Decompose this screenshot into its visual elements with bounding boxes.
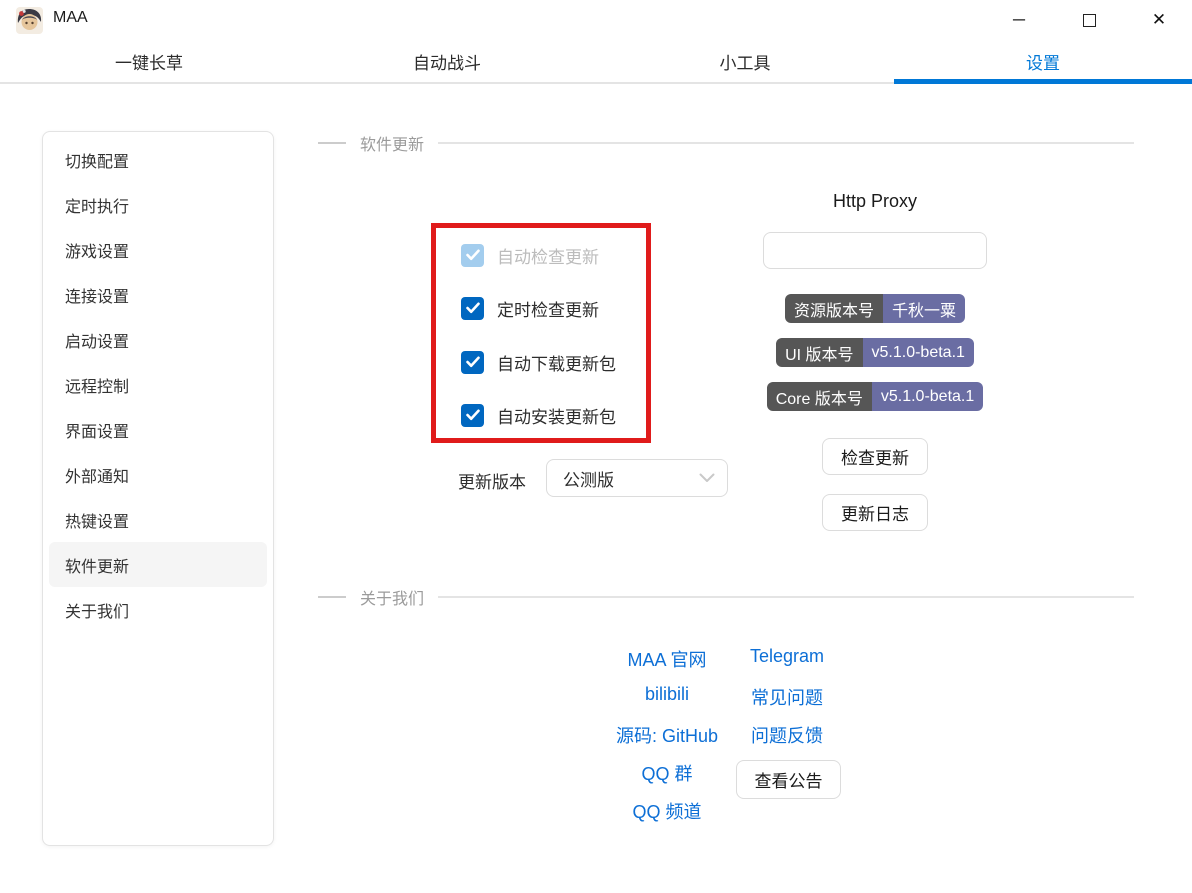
sidebar-item-switch-config[interactable]: 切换配置: [49, 137, 267, 182]
checkbox-label: 自动安装更新包: [497, 407, 616, 427]
tab-tools[interactable]: 小工具: [596, 40, 894, 82]
sidebar-item-software-update[interactable]: 软件更新: [49, 542, 267, 587]
sidebar-item-connection[interactable]: 连接设置: [49, 272, 267, 317]
check-icon: [465, 302, 480, 314]
checkbox-row-auto-install: 自动安装更新包: [461, 402, 616, 428]
update-channel-label: 更新版本: [458, 473, 526, 492]
view-announcement-button[interactable]: 查看公告: [736, 760, 841, 799]
section-dash: [318, 142, 346, 144]
minimize-button[interactable]: ─: [996, 0, 1042, 40]
link-qq-channel[interactable]: QQ 频道: [632, 798, 701, 824]
sidebar-item-hotkeys[interactable]: 热键设置: [49, 497, 267, 542]
close-button[interactable]: ✕: [1136, 0, 1182, 40]
badge-key: Core 版本号: [766, 382, 872, 411]
checkbox-row-auto-check-update: 自动检查更新: [461, 242, 599, 268]
checkbox-auto-install[interactable]: [461, 403, 484, 427]
checkbox-label: 自动检查更新: [497, 247, 599, 267]
sidebar-item-game-settings[interactable]: 游戏设置: [49, 227, 267, 272]
checkbox-label: 定时检查更新: [497, 300, 599, 320]
chevron-down-icon: [699, 473, 715, 482]
active-tab-indicator: [894, 79, 1192, 84]
tab-settings[interactable]: 设置: [894, 40, 1192, 84]
resource-version-badge: 资源版本号 千秋一粟: [784, 294, 966, 323]
sidebar-item-about-us[interactable]: 关于我们: [49, 587, 267, 632]
maximize-icon: [1082, 13, 1096, 27]
section-line: [438, 596, 1134, 598]
update-channel-value: 公测版: [563, 470, 614, 490]
tab-settings-label: 设置: [1026, 53, 1060, 73]
http-proxy-label: Http Proxy: [832, 191, 918, 211]
section-title: 关于我们: [360, 591, 425, 608]
ui-version-badge: UI 版本号 v5.1.0-beta.1: [776, 338, 974, 367]
close-icon: ✕: [1151, 10, 1167, 29]
version-badges: 资源版本号 千秋一粟 UI 版本号 v5.1.0-beta.1 Core 版本号…: [735, 294, 1015, 411]
badge-value: 千秋一粟: [883, 294, 966, 323]
check-update-button[interactable]: 检查更新: [822, 438, 928, 475]
tab-farming[interactable]: 一键长草: [0, 40, 298, 82]
check-icon: [465, 249, 480, 261]
section-dash: [318, 596, 346, 598]
checkbox-scheduled-check[interactable]: [461, 296, 484, 320]
section-line: [438, 142, 1134, 144]
badge-value: v5.1.0-beta.1: [862, 338, 974, 367]
link-bilibili[interactable]: bilibili: [645, 684, 689, 705]
checkbox-auto-download[interactable]: [461, 350, 484, 374]
checkbox-auto-check-update[interactable]: [461, 243, 484, 267]
settings-sidebar: 切换配置 定时执行 游戏设置 连接设置 启动设置 远程控制 界面设置 外部通知 …: [42, 131, 274, 846]
minimize-icon: ─: [1012, 10, 1026, 29]
badge-value: v5.1.0-beta.1: [871, 382, 984, 411]
section-header-about-us: 关于我们: [318, 588, 1134, 608]
window-title: MAA: [53, 9, 88, 26]
check-icon: [465, 356, 480, 368]
maximize-button[interactable]: [1066, 0, 1112, 40]
sidebar-item-ui-settings[interactable]: 界面设置: [49, 407, 267, 452]
badge-key: UI 版本号: [776, 338, 863, 367]
link-feedback[interactable]: 问题反馈: [751, 722, 823, 748]
badge-key: 资源版本号: [784, 294, 883, 323]
link-telegram[interactable]: Telegram: [750, 646, 824, 667]
link-qq-group[interactable]: QQ 群: [641, 760, 692, 786]
section-header-software-update: 软件更新: [318, 134, 1134, 154]
tab-auto-battle[interactable]: 自动战斗: [298, 40, 596, 82]
changelog-button[interactable]: 更新日志: [822, 494, 928, 531]
app-icon: [16, 7, 43, 34]
update-channel-select[interactable]: 公测版: [546, 459, 728, 497]
main-tab-bar: 一键长草 自动战斗 小工具 设置: [0, 40, 1192, 84]
core-version-badge: Core 版本号 v5.1.0-beta.1: [766, 382, 984, 411]
sidebar-item-remote-control[interactable]: 远程控制: [49, 362, 267, 407]
title-bar: MAA ─ ✕: [0, 0, 1192, 40]
sidebar-item-notifications[interactable]: 外部通知: [49, 452, 267, 497]
link-maa-website[interactable]: MAA 官网: [627, 646, 706, 672]
sidebar-item-scheduled-run[interactable]: 定时执行: [49, 182, 267, 227]
checkbox-row-scheduled-check: 定时检查更新: [461, 295, 599, 321]
http-proxy-input[interactable]: [763, 232, 987, 269]
link-faq[interactable]: 常见问题: [751, 684, 823, 710]
checkbox-label: 自动下载更新包: [497, 354, 616, 374]
link-github[interactable]: 源码: GitHub: [616, 722, 718, 748]
check-icon: [465, 409, 480, 421]
sidebar-item-startup[interactable]: 启动设置: [49, 317, 267, 362]
section-title: 软件更新: [360, 137, 425, 154]
checkbox-row-auto-download: 自动下载更新包: [461, 349, 616, 375]
